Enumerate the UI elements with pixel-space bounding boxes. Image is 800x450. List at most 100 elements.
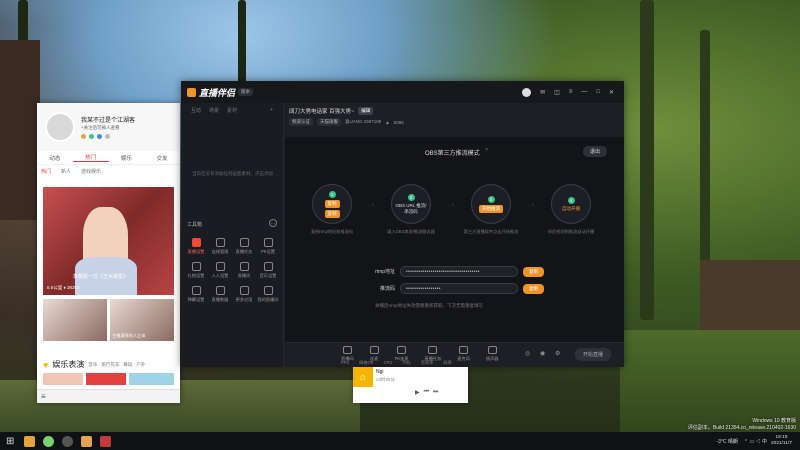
tab-material[interactable]: 素材	[227, 107, 237, 114]
section-tab[interactable]: 户外	[136, 362, 145, 368]
start-push-pill: 开始推流	[479, 204, 503, 213]
tool-item[interactable]: PK设置	[256, 238, 280, 255]
section-tab[interactable]: 舞蹈	[123, 362, 132, 368]
minimize-icon[interactable]: —	[581, 89, 587, 95]
arrow-icon: → ○	[365, 202, 375, 208]
bottom-tool[interactable]: 扬声器	[486, 346, 498, 362]
download-icon	[215, 262, 225, 271]
badge-icon	[89, 134, 94, 139]
tool-item[interactable]: 直播设置	[184, 238, 208, 255]
rtmp-field[interactable]: ••••••••••••••••••••••••••••••••••••	[400, 266, 518, 277]
windows-watermark: Windows 10 教育版 评估副本。Build 21354.co_relea…	[600, 417, 796, 431]
menu-icon[interactable]: ≡	[41, 392, 46, 401]
play-icon[interactable]: ▶	[415, 389, 420, 396]
status-memory: 内存	[402, 360, 411, 365]
step-3: 3 开始推流 第三方直播软件点击开始推流	[464, 184, 521, 235]
app-icon[interactable]	[100, 435, 112, 447]
section-tab[interactable]: 旅行花车	[101, 362, 119, 368]
card-thumbnail[interactable]	[43, 373, 83, 385]
room-meta: 频道认证 天猫旗舰 喜UANG 2597188 ▲ 5086	[289, 118, 404, 126]
tool-item[interactable]: 直播数据	[208, 286, 232, 303]
subtab-new[interactable]: 新人	[61, 168, 71, 175]
user-avatar[interactable]	[522, 87, 532, 97]
copy-rtmp-button[interactable]: 复制	[523, 266, 544, 277]
camera-icon[interactable]: ◎	[525, 350, 530, 357]
featured-stream-thumbnail[interactable]: 象朝凯一万《王大歌星》 5.5公里 ♦ 38353	[43, 187, 174, 295]
tool-label: 音乐设置	[259, 273, 277, 278]
social-subtabs: 热门 新人 游戏娱乐	[37, 165, 180, 177]
stream-thumbnail[interactable]: 主播漂亮的人立体	[110, 299, 174, 341]
avatar[interactable]	[45, 112, 75, 142]
tab-hot[interactable]: 热门	[72, 153, 109, 162]
tab-dynamic[interactable]: 动态	[37, 154, 73, 162]
tab-interact[interactable]: 互动	[191, 107, 201, 114]
exit-obs-button[interactable]: 退出	[583, 146, 608, 157]
tool-item[interactable]: 连线管理	[208, 238, 232, 255]
rtmp-label: rtmp地址	[374, 269, 395, 275]
tool-item[interactable]: 音乐设置	[256, 262, 280, 279]
room-chip[interactable]: 频道认证	[289, 118, 313, 126]
step-number: 2	[407, 193, 415, 201]
app-icon[interactable]	[62, 435, 74, 447]
tray-icons[interactable]: ⌃ ▭ ◁ 中	[744, 438, 767, 445]
stream-key-field[interactable]: •••••••••••••••••	[400, 283, 518, 294]
app-icon[interactable]	[43, 435, 55, 447]
card-thumbnail[interactable]	[129, 373, 174, 385]
tool-item[interactable]: 更多应用	[232, 286, 256, 303]
shirt-icon[interactable]: ◫	[554, 89, 560, 96]
start-icon[interactable]: ⊞	[6, 436, 14, 447]
room-icon	[239, 262, 249, 271]
subtab-games[interactable]: 游戏娱乐	[81, 168, 101, 175]
tree-trunk	[238, 0, 246, 90]
tab-scene[interactable]: 场景	[209, 107, 219, 114]
obs-hint: 关播后rtmp地址失效需要重新获取，下次无需重复填写	[375, 303, 483, 308]
copy-key-button[interactable]: 复制	[523, 283, 544, 294]
tool-item[interactable]: 弹幕设置	[184, 286, 208, 303]
edit-room-button[interactable]: 编辑	[358, 107, 374, 115]
maximize-icon[interactable]: □	[596, 89, 600, 95]
tool-label: 入人设置	[211, 273, 229, 278]
section-tab[interactable]: 音乐	[88, 362, 97, 368]
app-logo: 直播伴侣	[199, 87, 236, 98]
app-icon[interactable]	[81, 435, 93, 447]
add-scene-icon[interactable]: +	[270, 107, 273, 114]
prev-icon[interactable]: ⏮	[424, 389, 429, 396]
more-tools-icon[interactable]: …	[269, 219, 277, 227]
help-icon[interactable]: ?	[485, 148, 488, 154]
version-badge[interactable]: 版本	[238, 88, 254, 96]
tool-item[interactable]: 直播间	[232, 262, 256, 279]
player-controls: ▶ ⏮ ⏭	[415, 389, 438, 396]
eye-icon[interactable]: ◉	[540, 350, 545, 357]
task-icon	[239, 238, 249, 247]
menu-icon[interactable]: ≡	[569, 89, 573, 95]
feature-caption: 象朝凯一万《王大歌星》	[73, 274, 129, 280]
start-live-button[interactable]: 开始直播	[575, 348, 612, 361]
danmu-icon	[191, 286, 201, 295]
badge-icon	[105, 134, 110, 139]
obs-stage: OBS第三方推流模式 ? 退出 1 复制 复制 复制rtmp地址和推流码 → ○…	[285, 137, 624, 342]
stream-thumbnail[interactable]	[43, 299, 107, 341]
profile-subtitle: +关注后可被人查看	[81, 125, 120, 130]
tool-item[interactable]: 我的直播间	[256, 286, 280, 303]
tool-label: 直播间	[237, 273, 251, 278]
tool-grid: 直播设置 连线管理 直播任务 PK设置礼物设置 入人设置 直播间 音乐设置弹幕设置 直播数据 更…	[184, 238, 280, 303]
card-thumbnail[interactable]	[86, 373, 126, 385]
tool-item[interactable]: 礼物设置	[184, 262, 208, 279]
bottom-tool[interactable]: 麦克风	[457, 346, 470, 362]
app-icon[interactable]	[24, 435, 36, 447]
settings-icon[interactable]: ⚙	[555, 350, 560, 357]
home-icon[interactable]: ⌂	[353, 367, 373, 387]
next-icon[interactable]: ⏭	[433, 389, 438, 396]
tab-friends[interactable]: 交友	[144, 154, 180, 162]
tool-item[interactable]: 直播任务	[232, 238, 256, 255]
room-chip[interactable]: 天猫旗舰	[317, 118, 341, 126]
app-title-bar: 直播伴侣 版本 ✉ ◫ ≡ — □ ✕	[181, 81, 624, 103]
subtab-hot[interactable]: 热门	[41, 168, 51, 175]
tool-item[interactable]: 入人设置	[208, 262, 232, 279]
home-icon	[263, 286, 273, 295]
close-icon[interactable]: ✕	[609, 89, 614, 96]
weather-text[interactable]: -3°C 晴朗	[716, 438, 737, 445]
tab-entertainment[interactable]: 娱乐	[109, 154, 145, 162]
mail-icon[interactable]: ✉	[540, 89, 545, 96]
clock[interactable]: 19:18 2021/11/7	[771, 435, 792, 447]
